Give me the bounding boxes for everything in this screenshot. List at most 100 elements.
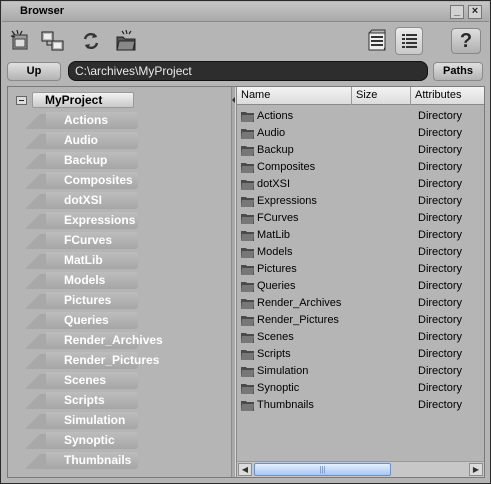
tree-node-label: Thumbnails	[46, 452, 138, 469]
horizontal-scrollbar[interactable]: ◀ ||| ▶	[237, 461, 484, 477]
file-name: MatLib	[257, 229, 291, 241]
file-name: Composites	[257, 161, 316, 173]
tree-node[interactable]: Simulation	[26, 412, 138, 430]
table-row[interactable]: Pictures Directory	[240, 261, 480, 278]
refresh-icon[interactable]	[77, 27, 105, 55]
scroll-thumb[interactable]: |||	[254, 463, 391, 476]
file-name: Models	[257, 246, 293, 258]
folder-icon	[241, 231, 254, 241]
tree-node-label: Queries	[46, 312, 138, 329]
file-attributes: Directory	[418, 212, 463, 224]
tree-node[interactable]: Scenes	[26, 372, 138, 390]
column-header-size[interactable]: Size	[352, 87, 411, 105]
file-name: Audio	[257, 127, 286, 139]
tree-node-label: Expressions	[46, 212, 138, 229]
tree-root-label: MyProject	[32, 92, 134, 108]
folder-icon	[241, 401, 254, 411]
file-attributes: Directory	[418, 127, 463, 139]
tree-node-label: FCurves	[46, 232, 138, 249]
table-row[interactable]: Render_Pictures Directory	[240, 312, 480, 329]
tree-node[interactable]: Pictures	[26, 292, 138, 310]
file-name: Pictures	[257, 263, 297, 275]
folder-icon[interactable]	[112, 27, 140, 55]
help-button[interactable]: ?	[451, 28, 481, 54]
tree-node[interactable]: Backup	[26, 152, 138, 170]
file-name: Scripts	[257, 348, 291, 360]
file-attributes: Directory	[418, 229, 463, 241]
folder-icon	[241, 367, 254, 377]
tree-node[interactable]: Expressions	[26, 212, 138, 230]
table-row[interactable]: MatLib Directory	[240, 227, 480, 244]
file-name: dotXSI	[257, 178, 291, 190]
title-bar[interactable]: Browser _ ×	[2, 2, 489, 22]
tree-node[interactable]: Queries	[26, 312, 138, 330]
table-row[interactable]: Expressions Directory	[240, 193, 480, 210]
column-header-attributes[interactable]: Attributes	[411, 87, 484, 105]
tree-node[interactable]: MatLib	[26, 252, 138, 270]
details-view-icon[interactable]	[395, 27, 423, 55]
tree-node[interactable]: Render_Archives	[26, 332, 163, 350]
tree-node[interactable]: Scripts	[26, 392, 138, 410]
tree-node[interactable]: Audio	[26, 132, 138, 150]
table-row[interactable]: dotXSI Directory	[240, 176, 480, 193]
table-row[interactable]: FCurves Directory	[240, 210, 480, 227]
file-attributes: Directory	[418, 161, 463, 173]
tree-node[interactable]: Thumbnails	[26, 452, 138, 470]
file-attributes: Directory	[418, 263, 463, 275]
file-name: Simulation	[257, 365, 309, 377]
tree-node[interactable]: Synoptic	[26, 432, 138, 450]
new-scene-icon[interactable]	[7, 27, 35, 55]
table-row[interactable]: Actions Directory	[240, 108, 480, 125]
file-attributes: Directory	[418, 246, 463, 258]
path-input[interactable]: C:\archives\MyProject	[68, 61, 428, 81]
table-row[interactable]: Models Directory	[240, 244, 480, 261]
tree-node-label: dotXSI	[46, 192, 138, 209]
file-name: Actions	[257, 110, 294, 122]
collapse-icon[interactable]	[16, 96, 27, 105]
collapse-arrow-icon[interactable]	[232, 97, 235, 103]
folder-icon	[241, 248, 254, 258]
file-name: Queries	[257, 280, 296, 292]
table-row[interactable]: Render_Archives Directory	[240, 295, 480, 312]
scroll-left-icon[interactable]: ◀	[238, 463, 252, 476]
table-row[interactable]: Scripts Directory	[240, 346, 480, 363]
tree-node[interactable]: Render_Pictures	[26, 352, 159, 370]
file-name: Backup	[257, 144, 294, 156]
toolbar: ?	[2, 23, 489, 59]
file-attributes: Directory	[418, 399, 463, 411]
file-list[interactable]: Name Size Attributes Actions Directory Aud…	[236, 87, 484, 477]
paths-button[interactable]: Paths	[433, 62, 483, 81]
tree-node[interactable]: Actions	[26, 112, 138, 130]
table-row[interactable]: Audio Directory	[240, 125, 480, 142]
folder-icon	[241, 282, 254, 292]
up-button[interactable]: Up	[7, 62, 61, 81]
thumbnail-view-icon[interactable]	[363, 27, 391, 55]
tree-node-label: Audio	[46, 132, 138, 149]
tree-node[interactable]: FCurves	[26, 232, 138, 250]
table-row[interactable]: Thumbnails Directory	[240, 397, 480, 414]
table-row[interactable]: Synoptic Directory	[240, 380, 480, 397]
file-name: Scenes	[257, 331, 294, 343]
window-title: Browser	[20, 5, 65, 17]
table-row[interactable]: Composites Directory	[240, 159, 480, 176]
folder-icon	[241, 146, 254, 156]
table-row[interactable]: Backup Directory	[240, 142, 480, 159]
file-name: Synoptic	[257, 382, 300, 394]
tree-node[interactable]: Composites	[26, 172, 138, 190]
close-button[interactable]: ×	[468, 5, 482, 19]
column-header-name[interactable]: Name	[237, 87, 352, 105]
file-attributes: Directory	[418, 178, 463, 190]
tree-node[interactable]: Models	[26, 272, 138, 290]
minimize-button[interactable]: _	[450, 5, 464, 19]
folder-icon	[241, 129, 254, 139]
scroll-right-icon[interactable]: ▶	[469, 463, 483, 476]
table-row[interactable]: Simulation Directory	[240, 363, 480, 380]
file-attributes: Directory	[418, 365, 463, 377]
table-row[interactable]: Scenes Directory	[240, 329, 480, 346]
tree-node-label: Synoptic	[46, 432, 138, 449]
table-row[interactable]: Queries Directory	[240, 278, 480, 295]
folder-tree[interactable]: MyProject Actions Audio Backup Composites do…	[8, 87, 231, 477]
network-icon[interactable]	[39, 27, 67, 55]
file-attributes: Directory	[418, 348, 463, 360]
tree-node[interactable]: dotXSI	[26, 192, 138, 210]
